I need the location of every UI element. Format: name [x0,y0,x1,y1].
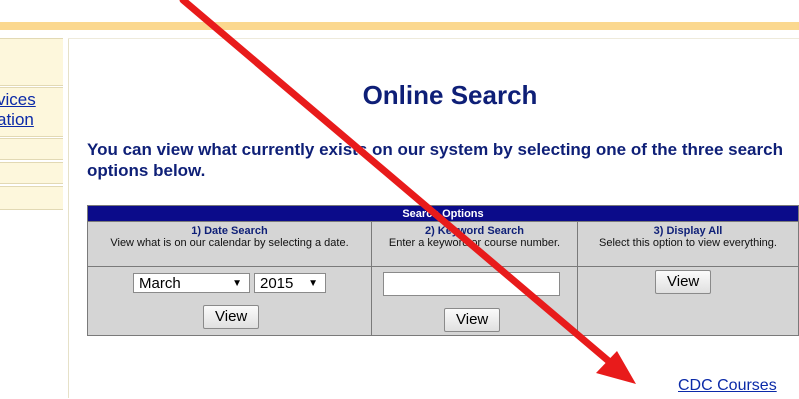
search-options-header: Search Options [87,205,799,222]
annotation-arrow-head [596,351,636,384]
dropdown-arrow-icon: ▼ [308,278,318,289]
date-view-button[interactable]: View [203,305,260,329]
date-search-controls: March ▼ 2015 ▼ View [87,266,372,336]
search-options-table: Search Options 1) Date Search View what … [87,205,799,336]
option-description: View what is on our calendar by selectin… [110,237,349,249]
sidebar-item-blank-1 [0,38,63,86]
intro-text: You can view what currently exists on ou… [87,140,783,180]
display-all-view-button[interactable]: View [655,270,712,294]
option-date-search: 1) Date Search View what is on our calen… [87,221,372,267]
sidebar-link-location[interactable]: ation [0,110,34,130]
sidebar-item-blank-2 [0,138,63,160]
keyword-search-controls: View [371,266,578,336]
option-title: 3) Display All [653,225,723,237]
sidebar-item-blank-4 [0,186,63,210]
keyword-input[interactable] [383,272,560,296]
main-left-border [68,38,69,398]
sidebar-link-services[interactable]: vices [0,90,36,110]
display-all-controls: View [577,266,799,336]
year-select[interactable]: 2015 ▼ [254,273,326,293]
dropdown-arrow-icon: ▼ [232,278,242,289]
option-keyword-search: 2) Keyword Search Enter a keyword or cou… [371,221,578,267]
month-select[interactable]: March ▼ [133,273,250,293]
year-select-value: 2015 [260,275,294,292]
top-accent-bar [0,22,799,30]
option-title: 1) Date Search [191,225,268,237]
option-description: Enter a keyword or course number. [388,237,561,249]
cdc-courses-link[interactable]: CDC Courses [678,377,777,395]
page-title: Online Search [362,80,538,110]
option-title: 2) Keyword Search [424,225,525,237]
sidebar: vices ation [0,38,63,398]
sidebar-item-blank-3 [0,162,63,184]
option-description: Select this option to view everything. [599,237,777,249]
main-top-border [68,38,799,39]
month-select-value: March [139,275,181,292]
annotation-arrow [179,0,636,384]
keyword-view-button[interactable]: View [444,308,501,332]
option-display-all: 3) Display All Select this option to vie… [577,221,799,267]
